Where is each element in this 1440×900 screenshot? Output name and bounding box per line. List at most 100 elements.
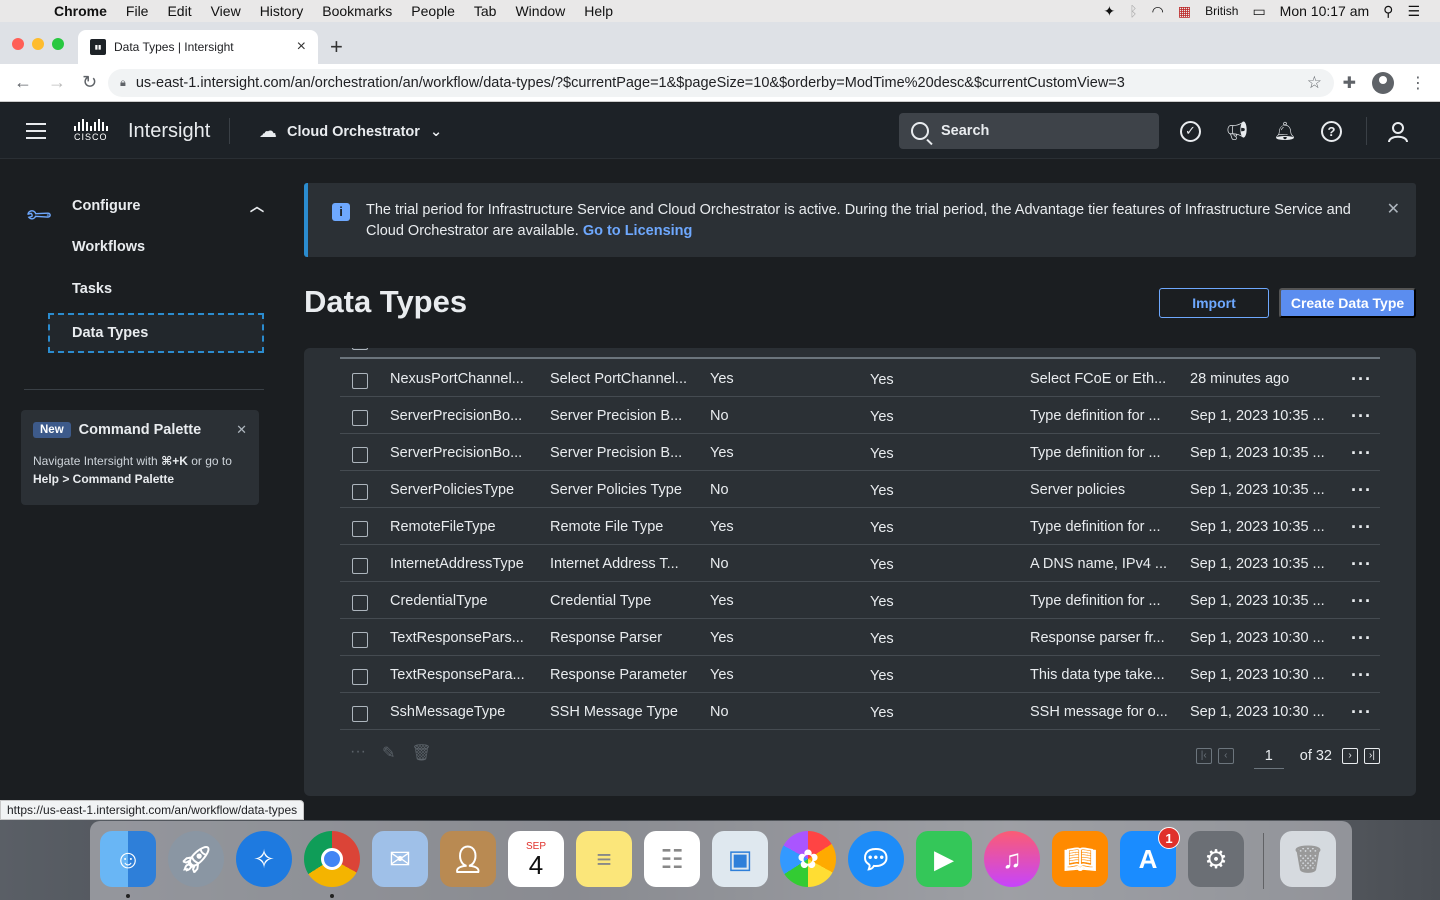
menu-window[interactable]: Window xyxy=(515,3,565,19)
status-app-icon[interactable]: ✦ xyxy=(1104,3,1116,20)
wifi-icon[interactable]: ◠ xyxy=(1152,3,1164,20)
notes-icon[interactable]: ≡ xyxy=(576,831,632,887)
create-data-type-button[interactable]: Create Data Type xyxy=(1279,288,1416,318)
app-name[interactable]: Intersight xyxy=(128,120,210,143)
back-icon[interactable]: ← xyxy=(14,72,34,93)
cell-name[interactable]: TextResponsePars... xyxy=(390,630,524,646)
row-checkbox[interactable] xyxy=(352,447,368,463)
table-row[interactable]: InternetAddressType Internet Address T...… xyxy=(340,545,1380,582)
safari-icon[interactable]: ✧ xyxy=(236,831,292,887)
row-checkbox[interactable] xyxy=(352,706,368,722)
page-number-input[interactable]: 1 xyxy=(1253,743,1284,769)
row-checkbox[interactable] xyxy=(352,410,368,426)
row-checkbox[interactable] xyxy=(352,484,368,500)
facetime-icon[interactable]: ▶ xyxy=(916,831,972,887)
help-icon[interactable]: ? xyxy=(1321,120,1342,142)
row-actions-icon[interactable]: ··· xyxy=(1351,406,1372,427)
table-row[interactable]: SshMessageType SSH Message Type No Yes SSH m… xyxy=(340,693,1380,730)
import-button[interactable]: Import xyxy=(1159,288,1269,318)
bluetooth-icon[interactable]: ᛒ xyxy=(1129,3,1137,19)
row-actions-icon[interactable]: ··· xyxy=(1351,591,1372,612)
chevron-up-icon[interactable]: ︿ xyxy=(250,196,264,216)
battery-icon[interactable]: ▭ xyxy=(1252,3,1265,20)
forward-icon[interactable]: → xyxy=(48,72,68,93)
table-row[interactable]: RemoteFileType Remote File Type Yes Yes Type… xyxy=(340,508,1380,545)
table-row[interactable]: ServerPrecisionBo... Server Precision B..… xyxy=(340,434,1380,471)
mail-icon[interactable]: ✉ xyxy=(372,831,428,887)
cell-name[interactable]: RemoteFileType xyxy=(390,519,496,535)
row-actions-icon[interactable]: ··· xyxy=(1351,443,1372,464)
clock[interactable]: Mon 10:17 am xyxy=(1280,3,1370,19)
minimize-window-button[interactable] xyxy=(32,38,44,50)
contacts-icon[interactable]: 👤︎ xyxy=(440,831,496,887)
sidebar-item-data-types[interactable]: Data Types xyxy=(48,313,264,353)
sidebar-item-workflows[interactable]: Workflows xyxy=(48,227,264,267)
cell-name[interactable]: NexusPortChannel... xyxy=(390,371,524,387)
banner-close-icon[interactable]: ✕ xyxy=(1387,199,1400,220)
service-selector[interactable]: ☁ Cloud Orchestrator ⌄ xyxy=(259,121,442,142)
zoom-window-button[interactable] xyxy=(52,38,64,50)
table-row[interactable]: ServerPoliciesType Server Policies Type No… xyxy=(340,471,1380,508)
sidebar-item-tasks[interactable]: Tasks xyxy=(48,269,264,309)
previous-page-icon[interactable]: ‹ xyxy=(1217,748,1234,764)
photos-icon[interactable]: ✿ xyxy=(780,831,836,887)
close-window-button[interactable] xyxy=(12,38,24,50)
row-checkbox[interactable] xyxy=(352,669,368,685)
input-source[interactable]: British xyxy=(1205,4,1238,18)
user-profile-icon[interactable] xyxy=(1386,120,1410,144)
bulk-edit-icon[interactable]: ✎ xyxy=(382,743,395,763)
row-checkbox[interactable] xyxy=(352,373,368,389)
new-tab-icon[interactable]: + xyxy=(330,34,343,60)
cell-name[interactable]: SshMessageType xyxy=(390,704,505,720)
announcements-megaphone-icon[interactable]: 📢︎ xyxy=(1225,119,1249,143)
row-actions-icon[interactable]: ··· xyxy=(1351,665,1372,686)
chrome-menu-icon[interactable]: ⋮ xyxy=(1410,73,1426,93)
extensions-icon[interactable]: ✚ xyxy=(1343,73,1356,93)
menu-people[interactable]: People xyxy=(411,3,455,19)
hamburger-menu-icon[interactable] xyxy=(26,123,46,139)
preview-icon[interactable]: ▣ xyxy=(712,831,768,887)
profile-avatar-icon[interactable] xyxy=(1372,72,1394,94)
cell-name[interactable]: ServerPrecisionBo... xyxy=(390,408,522,424)
row-checkbox[interactable] xyxy=(352,558,368,574)
row-actions-icon[interactable]: ··· xyxy=(1351,480,1372,501)
books-icon[interactable]: 📖︎ xyxy=(1052,831,1108,887)
menu-help[interactable]: Help xyxy=(584,3,613,19)
trash-icon[interactable]: 🗑︎ xyxy=(1280,831,1336,887)
row-actions-icon[interactable]: ··· xyxy=(1351,702,1372,723)
table-row[interactable]: ServerPrecisionBo... Server Precision B..… xyxy=(340,397,1380,434)
table-row[interactable]: NexusPortChannel... Select PortChannel...… xyxy=(340,360,1380,397)
first-page-icon[interactable]: |‹ xyxy=(1195,748,1212,764)
finder-icon[interactable]: ☺ xyxy=(100,831,156,887)
cell-name[interactable]: InternetAddressType xyxy=(390,556,524,572)
row-actions-icon[interactable]: ··· xyxy=(1351,554,1372,575)
menu-file[interactable]: File xyxy=(126,3,149,19)
table-row[interactable]: TextResponsePara... Response Parameter Yes… xyxy=(340,656,1380,693)
address-bar[interactable]: 🔒︎ us-east-1.intersight.com/an/orchestra… xyxy=(108,69,1334,97)
cell-name[interactable]: CredentialType xyxy=(390,593,488,609)
bulk-delete-icon[interactable]: 🗑︎ xyxy=(411,743,431,763)
reminders-icon[interactable]: ☷ xyxy=(644,831,700,887)
menu-tab[interactable]: Tab xyxy=(474,3,497,19)
lock-icon[interactable]: 🔒︎ xyxy=(120,77,126,90)
menu-view[interactable]: View xyxy=(211,3,241,19)
table-row[interactable]: TextResponsePars... Response Parser Yes Yes… xyxy=(340,619,1380,656)
music-icon[interactable]: ♫ xyxy=(984,831,1040,887)
next-page-icon[interactable]: › xyxy=(1342,748,1358,764)
close-icon[interactable]: ✕ xyxy=(236,422,247,438)
row-checkbox[interactable] xyxy=(352,595,368,611)
notifications-bell-icon[interactable]: 🔔︎ xyxy=(1273,119,1297,143)
row-actions-icon[interactable]: ··· xyxy=(1351,628,1372,649)
cell-name[interactable]: TextResponsePara... xyxy=(390,667,525,683)
search-input[interactable]: Search xyxy=(899,113,1159,149)
chrome-icon[interactable] xyxy=(304,831,360,887)
menu-app[interactable]: Chrome xyxy=(54,3,107,19)
control-center-icon[interactable]: ☰ xyxy=(1407,3,1420,20)
select-all-checkbox[interactable] xyxy=(352,348,368,350)
row-checkbox[interactable] xyxy=(352,521,368,537)
go-to-licensing-link[interactable]: Go to Licensing xyxy=(583,223,693,239)
cell-name[interactable]: ServerPrecisionBo... xyxy=(390,445,522,461)
menu-history[interactable]: History xyxy=(260,3,304,19)
menu-edit[interactable]: Edit xyxy=(167,3,191,19)
row-actions-icon[interactable]: ··· xyxy=(1351,369,1372,390)
